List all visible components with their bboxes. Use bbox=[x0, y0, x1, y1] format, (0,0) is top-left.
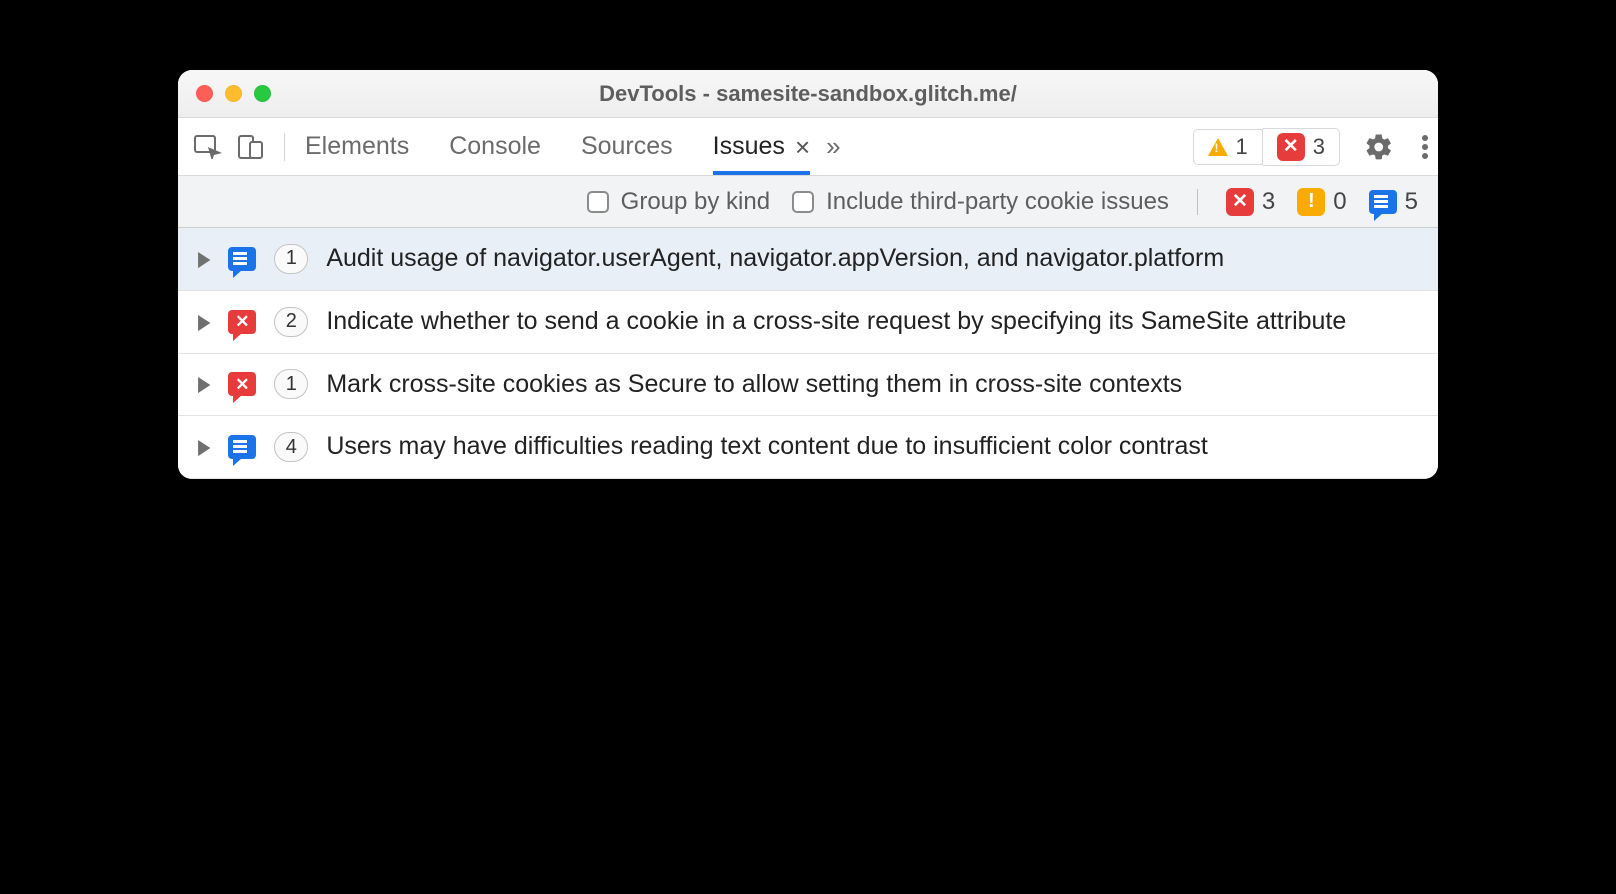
error-icon: ✕ bbox=[228, 372, 256, 396]
titlebar: DevTools - samesite-sandbox.glitch.me/ bbox=[178, 70, 1438, 118]
info-issues-count: 5 bbox=[1405, 188, 1418, 216]
warning-issues-count: 0 bbox=[1333, 188, 1346, 216]
issue-title: Mark cross-site cookies as Secure to all… bbox=[326, 368, 1418, 402]
window-title: DevTools - samesite-sandbox.glitch.me/ bbox=[178, 81, 1438, 107]
issue-row[interactable]: ▶ 1 Audit usage of navigator.userAgent, na… bbox=[178, 228, 1438, 291]
more-options-icon[interactable] bbox=[1422, 135, 1428, 159]
warning-issues-toggle[interactable]: ! 0 bbox=[1297, 188, 1346, 216]
issue-title: Indicate whether to send a cookie in a c… bbox=[326, 305, 1418, 339]
warning-icon bbox=[1208, 138, 1228, 156]
error-issues-count: 3 bbox=[1262, 188, 1275, 216]
errors-count: 3 bbox=[1313, 134, 1325, 160]
issues-list: ▶ 1 Audit usage of navigator.userAgent, na… bbox=[178, 228, 1438, 479]
issue-row[interactable]: ▶ ✕ 1 Mark cross-site cookies as Secure to … bbox=[178, 354, 1438, 417]
include-third-party-label: Include third-party cookie issues bbox=[826, 188, 1169, 216]
disclosure-triangle-icon[interactable]: ▶ bbox=[198, 246, 210, 272]
panel-tabs: Elements Console Sources Issues × bbox=[305, 118, 810, 175]
info-icon bbox=[1369, 190, 1397, 214]
disclosure-triangle-icon[interactable]: ▶ bbox=[198, 371, 210, 397]
more-tabs-chevron-icon[interactable]: » bbox=[826, 131, 840, 162]
main-toolbar: Elements Console Sources Issues × » 1 ✕ … bbox=[178, 118, 1438, 176]
group-by-kind-label: Group by kind bbox=[621, 188, 770, 216]
issue-count-badge: 1 bbox=[274, 369, 308, 399]
info-icon bbox=[228, 435, 256, 459]
group-by-kind-checkbox[interactable]: Group by kind bbox=[587, 188, 770, 216]
filter-divider bbox=[1197, 189, 1198, 215]
devtools-window: DevTools - samesite-sandbox.glitch.me/ E… bbox=[178, 70, 1438, 479]
issues-filter-bar: Group by kind Include third-party cookie… bbox=[178, 176, 1438, 228]
checkbox-icon bbox=[792, 191, 814, 213]
info-issues-toggle[interactable]: 5 bbox=[1369, 188, 1418, 216]
warnings-badge[interactable]: 1 bbox=[1193, 129, 1263, 165]
disclosure-triangle-icon[interactable]: ▶ bbox=[198, 434, 210, 460]
device-toolbar-icon[interactable] bbox=[238, 135, 264, 159]
error-icon: ✕ bbox=[1277, 133, 1305, 161]
tab-sources[interactable]: Sources bbox=[581, 118, 673, 175]
errors-badge[interactable]: ✕ 3 bbox=[1263, 128, 1340, 166]
toolbar-divider bbox=[284, 133, 285, 161]
issue-title: Audit usage of navigator.userAgent, navi… bbox=[326, 242, 1418, 276]
issue-count-badge: 4 bbox=[274, 432, 308, 462]
issue-row[interactable]: ▶ ✕ 2 Indicate whether to send a cookie in … bbox=[178, 291, 1438, 354]
disclosure-triangle-icon[interactable]: ▶ bbox=[198, 309, 210, 335]
issue-count-badge: 1 bbox=[274, 244, 308, 274]
info-icon bbox=[228, 247, 256, 271]
close-tab-icon[interactable]: × bbox=[795, 134, 810, 160]
error-icon: ✕ bbox=[1226, 188, 1254, 216]
warnings-count: 1 bbox=[1236, 134, 1248, 160]
checkbox-icon bbox=[587, 191, 609, 213]
warning-icon: ! bbox=[1297, 188, 1325, 216]
include-third-party-checkbox[interactable]: Include third-party cookie issues bbox=[792, 188, 1169, 216]
issue-title: Users may have difficulties reading text… bbox=[326, 430, 1418, 464]
issue-count-badge: 2 bbox=[274, 307, 308, 337]
error-issues-toggle[interactable]: ✕ 3 bbox=[1226, 188, 1275, 216]
issue-row[interactable]: ▶ 4 Users may have difficulties reading te… bbox=[178, 416, 1438, 479]
tab-elements[interactable]: Elements bbox=[305, 118, 409, 175]
console-status-badges: 1 ✕ 3 bbox=[1193, 128, 1341, 166]
tab-console[interactable]: Console bbox=[449, 118, 541, 175]
settings-gear-icon[interactable] bbox=[1364, 132, 1394, 162]
inspect-element-icon[interactable] bbox=[194, 135, 224, 159]
tab-issues[interactable]: Issues × bbox=[713, 118, 810, 175]
error-icon: ✕ bbox=[228, 310, 256, 334]
